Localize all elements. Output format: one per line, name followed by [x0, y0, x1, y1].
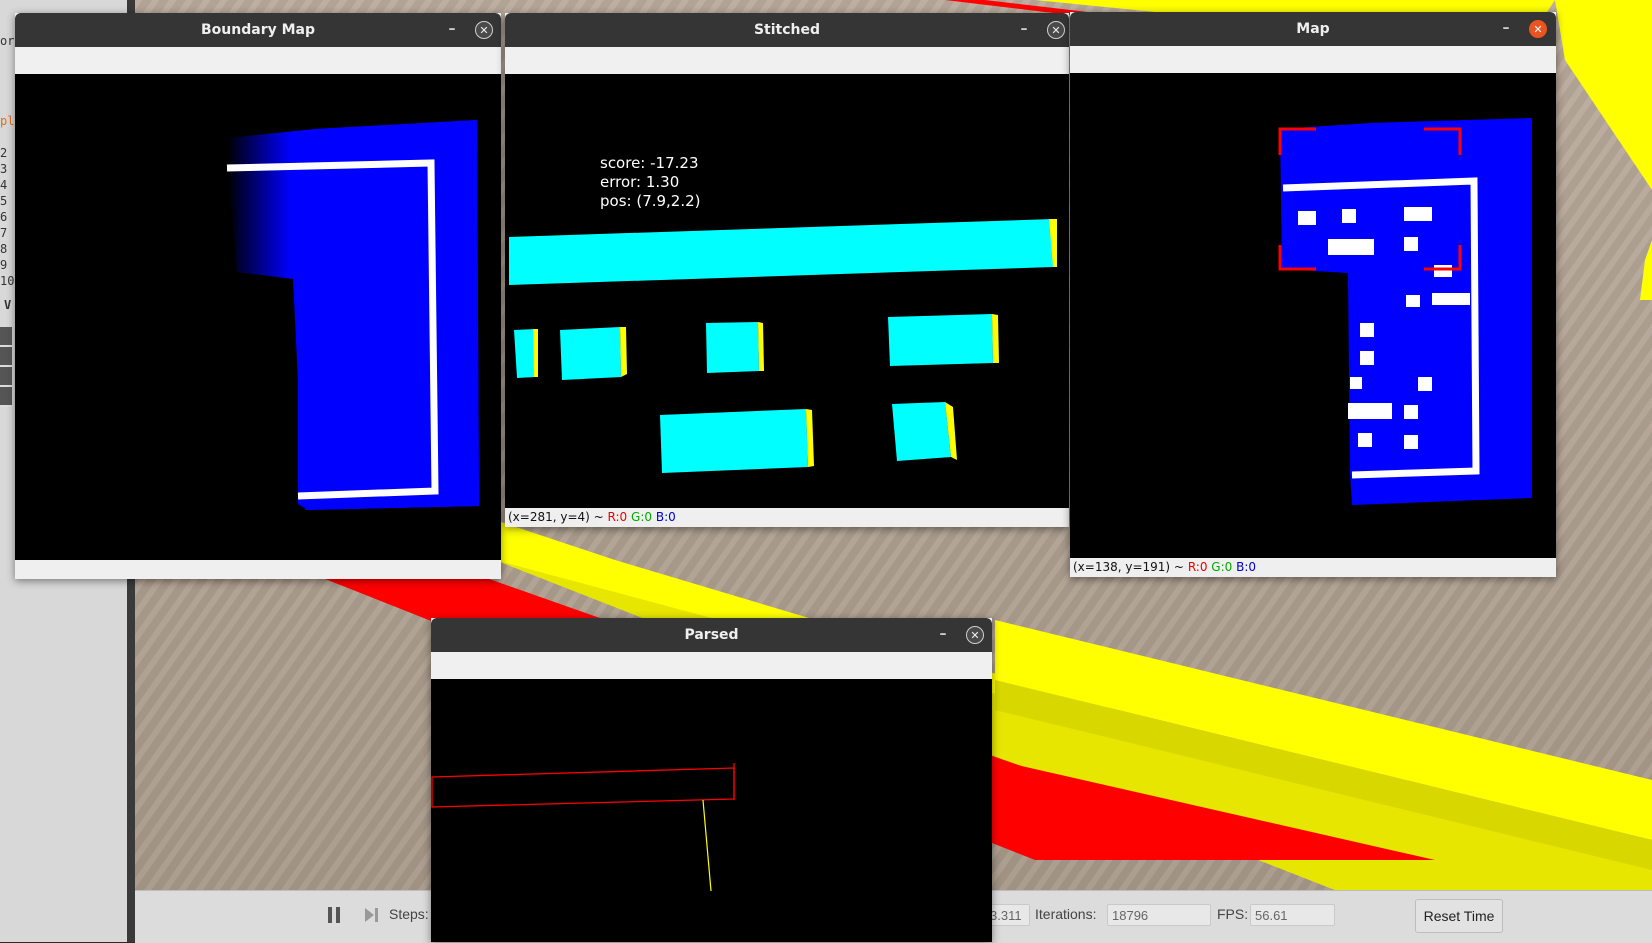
- close-icon[interactable]: ✕: [1529, 20, 1547, 38]
- window-titlebar[interactable]: Map – ✕: [1070, 12, 1556, 46]
- cursor-coords: (x=138, y=191) ~: [1073, 560, 1184, 574]
- window-titlebar[interactable]: Boundary Map – ✕: [15, 13, 501, 47]
- panel-table[interactable]: [0, 327, 12, 407]
- minimize-icon[interactable]: –: [442, 13, 462, 47]
- window-toolbar: [505, 47, 1069, 74]
- panel-line-number: 3: [0, 162, 8, 176]
- panel-fragment: V: [4, 298, 12, 312]
- minimize-icon[interactable]: –: [1496, 12, 1516, 46]
- reset-time-button[interactable]: Reset Time: [1415, 899, 1503, 933]
- fps-label: FPS:: [1217, 906, 1249, 922]
- step-forward-icon[interactable]: [363, 905, 379, 925]
- boundary-map-canvas[interactable]: [15, 74, 501, 560]
- window-titlebar[interactable]: Parsed – ✕: [431, 618, 992, 652]
- stitched-canvas[interactable]: score: -17.23 error: 1.30 pos: (7.9,2.2): [505, 74, 1069, 508]
- fps-field[interactable]: 56.61: [1250, 904, 1335, 926]
- window-title: Parsed: [684, 627, 739, 643]
- iterations-label: Iterations:: [1035, 906, 1097, 922]
- panel-line-number: 10: [0, 274, 15, 288]
- green-value: G:0: [631, 510, 653, 524]
- cursor-coords: (x=281, y=4) ~: [508, 510, 604, 524]
- iterations-field[interactable]: 18796: [1107, 904, 1211, 926]
- position-text: pos: (7.9,2.2): [600, 192, 701, 210]
- red-value: R:0: [1187, 560, 1208, 574]
- window-title: Map: [1296, 21, 1330, 37]
- window-titlebar[interactable]: Stitched – ✕: [505, 13, 1069, 47]
- window-toolbar: [431, 652, 992, 679]
- pause-icon[interactable]: [327, 905, 341, 925]
- panel-line-number: 8: [0, 242, 8, 256]
- panel-line-number: 9: [0, 258, 8, 272]
- window-title: Stitched: [753, 22, 821, 38]
- window-toolbar: [1070, 46, 1556, 73]
- error-text: error: 1.30: [600, 173, 680, 191]
- panel-line-number: 4: [0, 178, 8, 192]
- blue-value: B:0: [1236, 560, 1257, 574]
- minimize-icon[interactable]: –: [1014, 13, 1034, 47]
- green-value: G:0: [1211, 560, 1233, 574]
- steps-label: Steps:: [389, 906, 429, 922]
- boundary-map-window[interactable]: Boundary Map – ✕: [15, 13, 501, 579]
- close-icon[interactable]: ✕: [1047, 21, 1065, 39]
- window-title: Boundary Map: [201, 22, 315, 38]
- pixel-info-status: (x=281, y=4) ~ R:0 G:0 B:0: [505, 508, 1069, 527]
- panel-line-number: 7: [0, 226, 8, 240]
- stitched-window[interactable]: Stitched – ✕ score: -17.23 error: 1.30 p…: [505, 13, 1069, 527]
- map-canvas[interactable]: [1070, 73, 1556, 558]
- minimize-icon[interactable]: –: [933, 618, 953, 652]
- parsed-canvas[interactable]: [431, 679, 992, 942]
- panel-line-number: 2: [0, 146, 8, 160]
- blue-value: B:0: [655, 510, 676, 524]
- red-value: R:0: [607, 510, 628, 524]
- score-text: score: -17.23: [600, 154, 699, 172]
- panel-line-number: 6: [0, 210, 8, 224]
- close-icon[interactable]: ✕: [966, 626, 984, 644]
- map-window[interactable]: Map – ✕ (x=138, y=191) ~ R:0 G:0 B:0: [1070, 12, 1556, 577]
- parsed-window[interactable]: Parsed – ✕: [431, 618, 992, 942]
- panel-line-number: 5: [0, 194, 8, 208]
- close-icon[interactable]: ✕: [475, 21, 493, 39]
- window-toolbar: [15, 47, 501, 74]
- pixel-info-status: (x=138, y=191) ~ R:0 G:0 B:0: [1070, 558, 1556, 577]
